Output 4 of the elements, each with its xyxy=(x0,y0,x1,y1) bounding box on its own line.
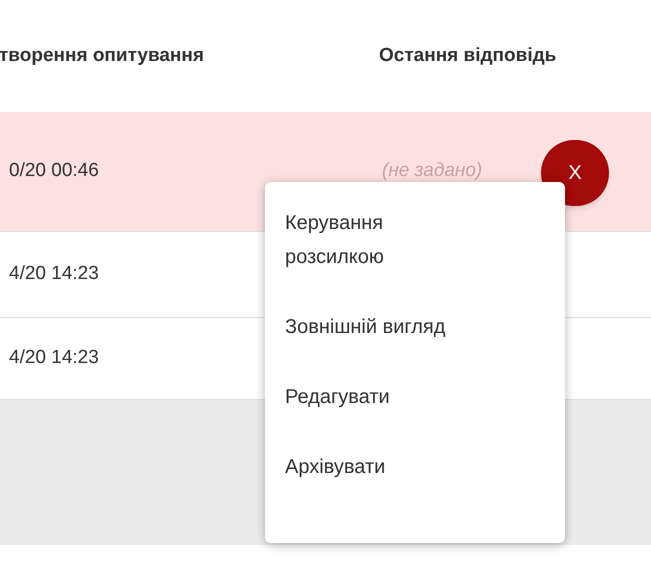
table-cell-text: 0/20 00:46 xyxy=(9,159,100,184)
table-cell-text: (не задано) xyxy=(382,159,482,184)
table-cell-text: 4/20 14:23 xyxy=(9,262,100,286)
table-cell-text: 4/20 14:23 xyxy=(9,346,100,370)
